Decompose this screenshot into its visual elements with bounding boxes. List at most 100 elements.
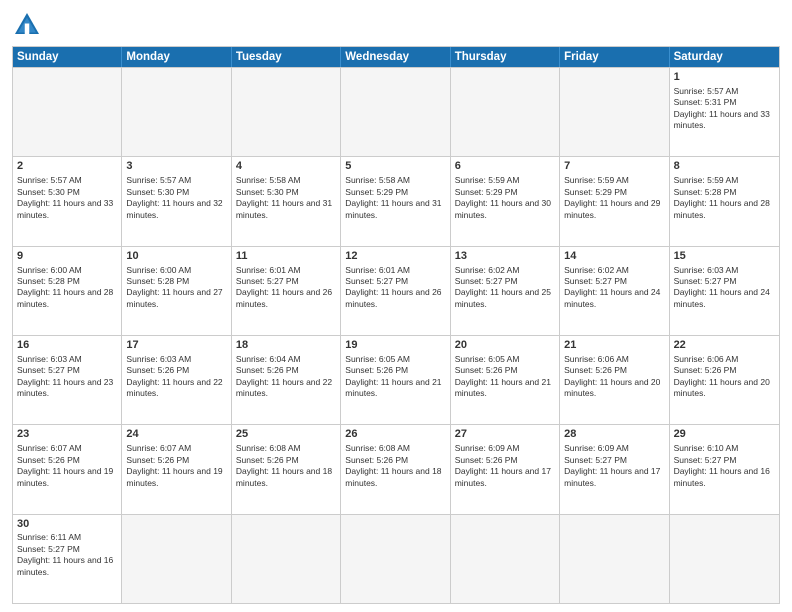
day-number: 25 [236, 427, 336, 442]
sunset-text: Sunset: 5:27 PM [564, 276, 627, 286]
day-number: 15 [674, 249, 775, 264]
calendar-cell: 25Sunrise: 6:08 AMSunset: 5:26 PMDayligh… [232, 425, 341, 513]
sunrise-text: Sunrise: 5:57 AM [126, 175, 191, 185]
logo [12, 10, 46, 40]
day-number: 7 [564, 159, 664, 174]
day-number: 29 [674, 427, 775, 442]
sunset-text: Sunset: 5:26 PM [455, 365, 518, 375]
sunset-text: Sunset: 5:31 PM [674, 97, 737, 107]
sunrise-text: Sunrise: 6:10 AM [674, 443, 739, 453]
day-number: 4 [236, 159, 336, 174]
day-number: 12 [345, 249, 445, 264]
calendar-cell: 10Sunrise: 6:00 AMSunset: 5:28 PMDayligh… [122, 247, 231, 335]
sunset-text: Sunset: 5:30 PM [126, 187, 189, 197]
calendar-row-2: 9Sunrise: 6:00 AMSunset: 5:28 PMDaylight… [13, 246, 779, 335]
day-number: 19 [345, 338, 445, 353]
calendar-header: SundayMondayTuesdayWednesdayThursdayFrid… [13, 47, 779, 67]
calendar-cell: 13Sunrise: 6:02 AMSunset: 5:27 PMDayligh… [451, 247, 560, 335]
sunrise-text: Sunrise: 6:02 AM [564, 265, 629, 275]
day-number: 18 [236, 338, 336, 353]
day-number: 23 [17, 427, 117, 442]
weekday-header-monday: Monday [122, 47, 231, 67]
sunset-text: Sunset: 5:26 PM [674, 365, 737, 375]
sunset-text: Sunset: 5:28 PM [17, 276, 80, 286]
day-number: 5 [345, 159, 445, 174]
sunset-text: Sunset: 5:27 PM [674, 455, 737, 465]
calendar-cell [451, 68, 560, 156]
calendar-cell [122, 515, 231, 603]
day-number: 17 [126, 338, 226, 353]
sunrise-text: Sunrise: 6:02 AM [455, 265, 520, 275]
day-number: 26 [345, 427, 445, 442]
calendar-cell [232, 515, 341, 603]
day-number: 14 [564, 249, 664, 264]
day-number: 28 [564, 427, 664, 442]
daylight-text: Daylight: 11 hours and 25 minutes. [455, 287, 551, 308]
day-number: 30 [17, 517, 117, 532]
calendar-row-3: 16Sunrise: 6:03 AMSunset: 5:27 PMDayligh… [13, 335, 779, 424]
daylight-text: Daylight: 11 hours and 33 minutes. [674, 109, 770, 130]
calendar-cell: 15Sunrise: 6:03 AMSunset: 5:27 PMDayligh… [670, 247, 779, 335]
sunset-text: Sunset: 5:26 PM [455, 455, 518, 465]
daylight-text: Daylight: 11 hours and 23 minutes. [17, 377, 113, 398]
daylight-text: Daylight: 11 hours and 29 minutes. [564, 198, 660, 219]
sunset-text: Sunset: 5:27 PM [564, 455, 627, 465]
calendar-cell: 3Sunrise: 5:57 AMSunset: 5:30 PMDaylight… [122, 157, 231, 245]
calendar-cell: 20Sunrise: 6:05 AMSunset: 5:26 PM Dayligh… [451, 336, 560, 424]
calendar-cell: 24Sunrise: 6:07 AMSunset: 5:26 PMDayligh… [122, 425, 231, 513]
daylight-text: Daylight: 11 hours and 19 minutes. [17, 466, 113, 487]
sunrise-text: Sunrise: 6:07 AM [17, 443, 82, 453]
daylight-text: Daylight: 11 hours and 22 minutes. [126, 377, 222, 398]
day-number: 2 [17, 159, 117, 174]
weekday-header-friday: Friday [560, 47, 669, 67]
sunset-text: Sunset: 5:29 PM [564, 187, 627, 197]
sunrise-text: Sunrise: 5:57 AM [17, 175, 82, 185]
calendar-cell [122, 68, 231, 156]
day-number: 9 [17, 249, 117, 264]
sunset-text: Sunset: 5:30 PM [17, 187, 80, 197]
day-number: 11 [236, 249, 336, 264]
day-number: 8 [674, 159, 775, 174]
sunrise-text: Sunrise: 6:05 AM [455, 354, 520, 364]
calendar-body: 1Sunrise: 5:57 AMSunset: 5:31 PMDaylight… [13, 67, 779, 603]
sunrise-text: Sunrise: 6:07 AM [126, 443, 191, 453]
sunrise-text: Sunrise: 6:08 AM [345, 443, 410, 453]
day-number: 1 [674, 70, 775, 85]
calendar-row-0: 1Sunrise: 5:57 AMSunset: 5:31 PM Daylight… [13, 67, 779, 156]
sunrise-text: Sunrise: 6:08 AM [236, 443, 301, 453]
daylight-text: Daylight: 11 hours and 27 minutes. [126, 287, 222, 308]
daylight-text: Daylight: 11 hours and 31 minutes. [345, 198, 441, 219]
day-number: 22 [674, 338, 775, 353]
sunset-text: Sunset: 5:28 PM [674, 187, 737, 197]
sunrise-text: Sunrise: 6:09 AM [564, 443, 629, 453]
calendar-cell: 7Sunrise: 5:59 AMSunset: 5:29 PMDaylight… [560, 157, 669, 245]
day-number: 20 [455, 338, 555, 353]
sunrise-text: Sunrise: 6:03 AM [126, 354, 191, 364]
day-number: 6 [455, 159, 555, 174]
sunset-text: Sunset: 5:27 PM [236, 276, 299, 286]
calendar-cell: 21Sunrise: 6:06 AMSunset: 5:26 PMDayligh… [560, 336, 669, 424]
sunset-text: Sunset: 5:29 PM [455, 187, 518, 197]
daylight-text: Daylight: 11 hours and 18 minutes. [236, 466, 332, 487]
sunset-text: Sunset: 5:26 PM [564, 365, 627, 375]
sunrise-text: Sunrise: 6:03 AM [17, 354, 82, 364]
daylight-text: Daylight: 11 hours and 24 minutes. [674, 287, 770, 308]
sunrise-text: Sunrise: 6:01 AM [236, 265, 301, 275]
day-number: 21 [564, 338, 664, 353]
calendar-cell [341, 515, 450, 603]
calendar-cell: 19Sunrise: 6:05 AMSunset: 5:26 PMDayligh… [341, 336, 450, 424]
daylight-text: Daylight: 11 hours and 21 minutes. [455, 377, 551, 398]
sunrise-text: Sunrise: 5:57 AM [674, 86, 739, 96]
sunrise-text: Sunrise: 6:09 AM [455, 443, 520, 453]
calendar-row-1: 2Sunrise: 5:57 AMSunset: 5:30 PMDaylight… [13, 156, 779, 245]
daylight-text: Daylight: 11 hours and 16 minutes. [17, 555, 113, 576]
sunset-text: Sunset: 5:26 PM [236, 365, 299, 375]
calendar-cell [560, 68, 669, 156]
weekday-header-tuesday: Tuesday [232, 47, 341, 67]
daylight-text: Daylight: 11 hours and 28 minutes. [674, 198, 770, 219]
calendar-cell: 29Sunrise: 6:10 AMSunset: 5:27 PMDayligh… [670, 425, 779, 513]
sunset-text: Sunset: 5:26 PM [126, 455, 189, 465]
sunrise-text: Sunrise: 6:03 AM [674, 265, 739, 275]
day-number: 13 [455, 249, 555, 264]
sunrise-text: Sunrise: 6:01 AM [345, 265, 410, 275]
